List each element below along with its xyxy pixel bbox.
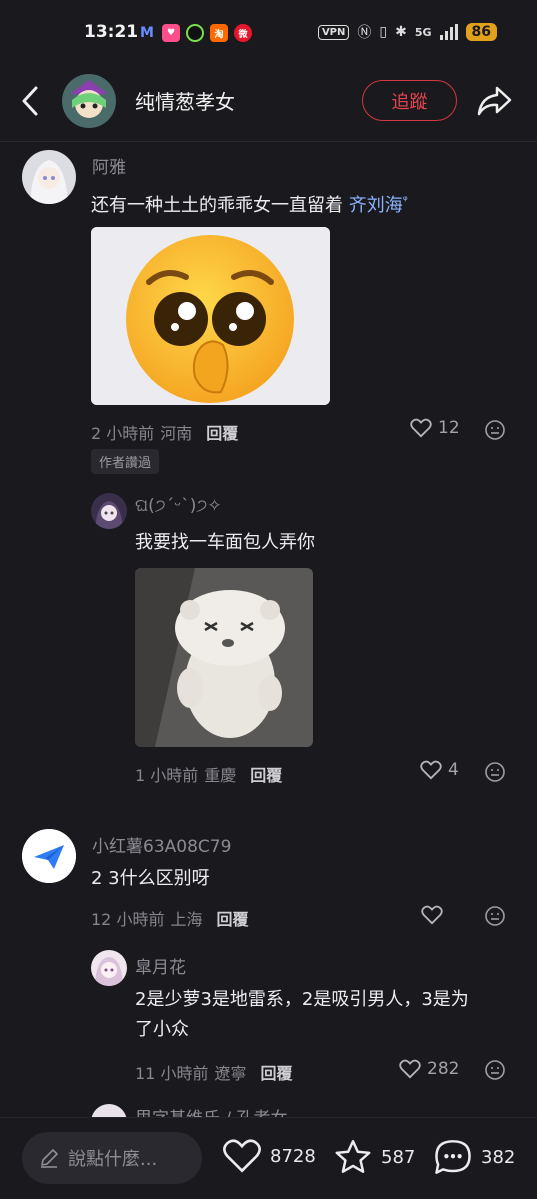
battery-indicator: 86 (465, 23, 497, 41)
heart-icon (421, 905, 443, 925)
comment-emoji-reaction-icon[interactable] (484, 905, 506, 927)
commenter-name[interactable]: ଘ(੭ˊᵕˋ)੭✧ (135, 496, 222, 516)
commenter-avatar[interactable] (22, 829, 76, 883)
comment-time: 11 小時前 (135, 1064, 209, 1083)
comment-meta: 2 小時前 河南 回覆 (91, 420, 238, 444)
post-like-count: 8728 (270, 1145, 316, 1167)
bottom-action-bar: 說點什麼... 8728 587 382 (0, 1117, 537, 1199)
like-button[interactable]: 4 (420, 760, 459, 780)
comment-line: 了小众 (135, 1019, 189, 1040)
comment-location: 河南 (160, 424, 193, 443)
like-button[interactable] (421, 905, 449, 925)
follow-button[interactable]: 追蹤 (362, 80, 457, 121)
post-favorite-count: 587 (381, 1146, 416, 1168)
comment-emoji-reaction-icon[interactable] (484, 419, 506, 441)
heart-icon (420, 760, 442, 780)
bluetooth-icon: ✱ (395, 24, 407, 40)
heart-icon (399, 1059, 421, 1079)
star-icon (335, 1140, 371, 1173)
notification-icons: M ♥ 淘 微 (138, 24, 252, 42)
post-comment-count: 382 (481, 1146, 516, 1168)
commenter-avatar[interactable] (91, 950, 127, 986)
author-name[interactable]: 纯情葱孝女 (135, 86, 235, 115)
vpn-icon: VPN (317, 24, 350, 40)
network-icon: 5G (414, 25, 432, 39)
pencil-icon (41, 1149, 58, 1168)
comment-bubble-icon (435, 1140, 471, 1174)
like-button[interactable]: 12 (410, 418, 460, 438)
like-count: 12 (438, 418, 460, 438)
comment-input[interactable]: 說點什麼... (22, 1132, 202, 1184)
like-post-button[interactable]: 8728 (222, 1138, 316, 1174)
nfc-icon: Ⓝ (357, 25, 372, 41)
reply-button[interactable]: 回覆 (260, 1060, 292, 1084)
comment-image-hamster-figure[interactable] (135, 568, 313, 747)
back-button[interactable] (16, 84, 46, 118)
search-icon: ᵠ (402, 193, 408, 207)
comment-meta: 11 小時前 遼寧 回覆 (135, 1060, 292, 1084)
commenter-name[interactable]: 皐月花 (135, 953, 186, 978)
status-bar: 13:21 M ♥ 淘 微 VPN Ⓝ ▯ ✱ 5G 86 (0, 0, 537, 66)
share-icon[interactable] (475, 84, 513, 118)
comment-location: 上海 (170, 910, 203, 929)
like-count: 282 (427, 1059, 460, 1079)
comment-time: 12 小時前 (91, 910, 165, 929)
author-liked-badge: 作者讚過 (91, 449, 160, 474)
comment-emoji-reaction-icon[interactable] (484, 761, 506, 783)
reply-button[interactable]: 回覆 (250, 762, 282, 786)
comment-time: 1 小時前 (135, 766, 199, 785)
comment-line: 2是少萝3是地雷系，2是吸引男人，3是为 (135, 989, 469, 1010)
comment-text: 2是少萝3是地雷系，2是吸引男人，3是为 了小众 (135, 985, 469, 1045)
signal-icon (439, 24, 458, 40)
taobao-icon: 淘 (210, 24, 228, 42)
comment-text: 我要找一车面包人弄你 (135, 532, 315, 553)
vibrate-icon: ▯ (379, 24, 388, 40)
like-count: 4 (448, 760, 459, 780)
comment-text: 2 3什么区别呀 (91, 868, 210, 889)
status-time: 13:21 (84, 22, 139, 42)
comment-post-button[interactable]: 382 (433, 1138, 515, 1176)
app-notification-icon (186, 24, 204, 42)
heart-icon (410, 418, 432, 438)
comment-text: 还有一种土土的乖乖女一直留着 齐刘海ᵠ (91, 185, 408, 221)
app-notification-icon: ♥ (162, 24, 180, 42)
reply-button[interactable]: 回覆 (216, 906, 248, 930)
gmail-icon: M (140, 25, 154, 41)
author-avatar[interactable] (62, 74, 116, 128)
commenter-name[interactable]: 小红薯63A08C79 (92, 832, 231, 857)
comment-image-pleading-emoji[interactable] (91, 227, 330, 405)
like-button[interactable]: 282 (399, 1059, 459, 1079)
commenter-avatar[interactable] (22, 150, 76, 204)
favorite-post-button[interactable]: 587 (333, 1138, 415, 1176)
commenter-name[interactable]: 阿雅 (92, 153, 126, 178)
status-right: VPN Ⓝ ▯ ✱ 5G 86 (317, 22, 497, 42)
commenter-avatar[interactable] (91, 493, 127, 529)
comment-location: 重慶 (204, 766, 237, 785)
weibo-icon: 微 (234, 24, 252, 42)
comment-location: 遼寧 (214, 1064, 247, 1083)
heart-icon (223, 1139, 261, 1173)
comment-input-placeholder: 說點什麼... (68, 1149, 158, 1170)
comment-emoji-reaction-icon[interactable] (484, 1059, 506, 1081)
comment-body: 还有一种土土的乖乖女一直留着 (91, 195, 349, 216)
comment-meta: 1 小時前 重慶 回覆 (135, 762, 282, 786)
post-header: 纯情葱孝女 追蹤 (0, 66, 537, 138)
comment-time: 2 小時前 (91, 424, 155, 443)
comment-meta: 12 小時前 上海 回覆 (91, 906, 248, 930)
reply-button[interactable]: 回覆 (206, 420, 238, 444)
hashtag-link[interactable]: 齐刘海 (349, 195, 403, 216)
header-divider (0, 141, 537, 142)
